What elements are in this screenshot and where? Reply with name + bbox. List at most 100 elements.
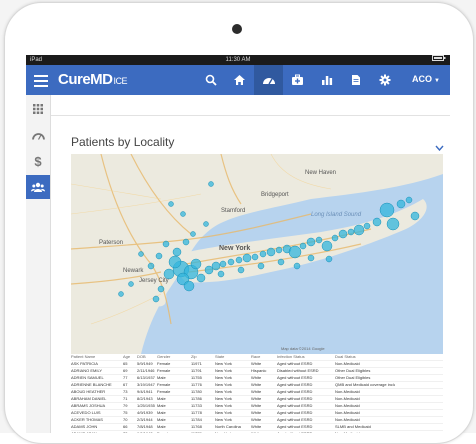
table-row[interactable]: ADRIEN SAMUEL 77 6/13/1937 Male 11755 New Yor… <box>71 375 443 382</box>
table-cell: Aged without ESRD <box>277 417 313 422</box>
map-label: Bridgeport <box>261 192 289 198</box>
app-logo[interactable]: CureMDICE <box>58 71 128 88</box>
table-cell: ABOUD HEATHER <box>71 389 106 394</box>
col-header[interactable]: Infection Status <box>277 354 335 360</box>
table-row[interactable]: ADRIENNE BLANCHE 67 3/19/1947 Female 11776 Ne… <box>71 382 443 389</box>
table-cell: 11780 <box>191 389 202 394</box>
table-cell: Non-Medicaid <box>335 396 360 401</box>
table-cell: 73 <box>123 389 128 394</box>
table-row[interactable]: ABRAHAM DANIEL 71 8/2/1943 Male 11786 New Yor… <box>71 396 443 403</box>
app-screen: iPad 11:30 AM CureMDICE ACO ▼ $ Patients… <box>26 55 450 433</box>
table-cell: New York <box>215 382 232 387</box>
patients-table: Patient Name Age DOB Gender Zip State Ra… <box>71 354 443 433</box>
table-cell: 67 <box>123 382 128 387</box>
table-cell: 75 <box>123 410 128 415</box>
sidebar: $ <box>26 95 51 433</box>
table-cell: ASK PATRICIA <box>71 361 98 366</box>
status-time: 11:30 AM <box>225 57 251 63</box>
table-cell: Male <box>157 424 166 429</box>
table-cell: 70 <box>123 417 128 422</box>
top-nav-bar: CureMDICE ACO ▼ <box>26 65 450 95</box>
table-cell: 71 <box>123 396 128 401</box>
table-row[interactable]: ADAMS JOHN 66 7/8/1948 Male 11768 North Carol… <box>71 424 443 431</box>
table-row[interactable]: ASK PATRICIA 65 5/9/1949 Female 11971 New Yor… <box>71 361 443 368</box>
table-cell: ADAMS JOHN <box>71 424 98 429</box>
table-row[interactable]: ABRAMS JOSHUA 79 1/25/1935 Male 11733 New Yor… <box>71 403 443 410</box>
dashboard-icon[interactable] <box>254 65 283 95</box>
dollar-icon[interactable]: $ <box>26 149 50 173</box>
map-label: Paterson <box>99 240 123 246</box>
table-cell: ACKER THOMAS <box>71 417 103 422</box>
table-cell: White <box>251 382 262 387</box>
locality-map[interactable]: New York Paterson Newark Jersey City New… <box>71 154 443 354</box>
table-cell: 11786 <box>191 396 202 401</box>
document-icon[interactable] <box>341 65 370 95</box>
grid-icon[interactable] <box>26 97 50 121</box>
table-cell: 5/9/1949 <box>137 361 153 366</box>
map-label: Stamford <box>221 208 245 214</box>
table-row[interactable]: ADRIANO EMILY 69 2/11/1946 Female 11791 New Y… <box>71 368 443 375</box>
table-cell: 11755 <box>191 375 202 380</box>
col-header[interactable]: DOB <box>137 354 157 360</box>
table-cell: 11768 <box>191 424 202 429</box>
search-icon[interactable] <box>196 65 225 95</box>
col-header[interactable]: Patient Name <box>71 354 123 360</box>
table-cell: 69 <box>123 368 128 373</box>
table-cell: Female <box>157 361 171 366</box>
table-cell: 9/4/1941 <box>137 389 153 394</box>
table-cell: Non-Medicaid <box>335 417 360 422</box>
user-menu[interactable]: ACO ▼ <box>412 74 440 84</box>
table-cell: Male <box>157 375 166 380</box>
table-cell: 2/3/1944 <box>137 417 153 422</box>
medkit-icon[interactable] <box>283 65 312 95</box>
table-cell: Male <box>157 403 166 408</box>
table-cell: North Carolina <box>215 424 241 429</box>
menu-icon[interactable] <box>34 73 48 87</box>
table-cell: Non-Medicaid <box>335 361 360 366</box>
table-cell: ABRAHAM DANIEL <box>71 396 107 401</box>
table-cell: White <box>251 424 262 429</box>
table-cell: White <box>251 410 262 415</box>
table-cell: New York <box>215 417 232 422</box>
bar-chart-icon[interactable] <box>312 65 341 95</box>
table-cell: White <box>251 403 262 408</box>
table-cell: Non-Medicaid <box>335 410 360 415</box>
table-row[interactable]: ACEVEDO LUIS 75 4/9/1939 Male 11778 New York W… <box>71 410 443 417</box>
table-cell: 2/11/1946 <box>137 368 155 373</box>
table-header-row: Patient Name Age DOB Gender Zip State Ra… <box>71 354 443 361</box>
col-header[interactable]: Dual Status <box>335 354 395 360</box>
col-header[interactable]: State <box>215 354 251 360</box>
home-icon[interactable] <box>225 65 254 95</box>
table-cell: 65 <box>123 361 128 366</box>
table-cell: Hispanic <box>251 368 267 373</box>
table-cell: White <box>251 361 262 366</box>
table-cell: New York <box>215 389 232 394</box>
table-cell: 11791 <box>191 368 202 373</box>
table-cell: White <box>251 375 262 380</box>
table-row[interactable]: ABOUD HEATHER 73 9/4/1941 Female 11780 New Yo… <box>71 389 443 396</box>
table-cell: Disabled without ESRD <box>277 368 319 373</box>
dashboard-icon[interactable] <box>26 123 50 147</box>
users-icon[interactable] <box>26 175 50 199</box>
table-cell: ADRIENNE BLANCHE <box>71 382 112 387</box>
col-header[interactable]: Gender <box>157 354 191 360</box>
table-cell: Aged without ESRD <box>277 389 313 394</box>
table-cell: 6/13/1937 <box>137 375 155 380</box>
table-cell: 3/19/1947 <box>137 382 155 387</box>
nav-icons <box>196 65 399 95</box>
table-cell: 11778 <box>191 410 202 415</box>
col-header[interactable]: Zip <box>191 354 215 360</box>
table-cell: Aged without ESRD <box>277 403 313 408</box>
table-cell: Female <box>157 368 171 373</box>
table-cell: 11784 <box>191 417 202 422</box>
table-cell: SLMB and Medicaid <box>335 424 371 429</box>
table-row[interactable]: ACKER THOMAS 70 2/3/1944 Male 11784 New York W… <box>71 417 443 424</box>
col-header[interactable]: Age <box>123 354 137 360</box>
col-header[interactable]: Race <box>251 354 277 360</box>
gear-icon[interactable] <box>370 65 399 95</box>
table-cell: Male <box>157 417 166 422</box>
logo-suffix: ICE <box>113 76 128 86</box>
map-footer: Map data ©2014 Google <box>281 346 325 351</box>
map-label: Long Island Sound <box>311 212 362 218</box>
table-cell: New York <box>215 410 232 415</box>
